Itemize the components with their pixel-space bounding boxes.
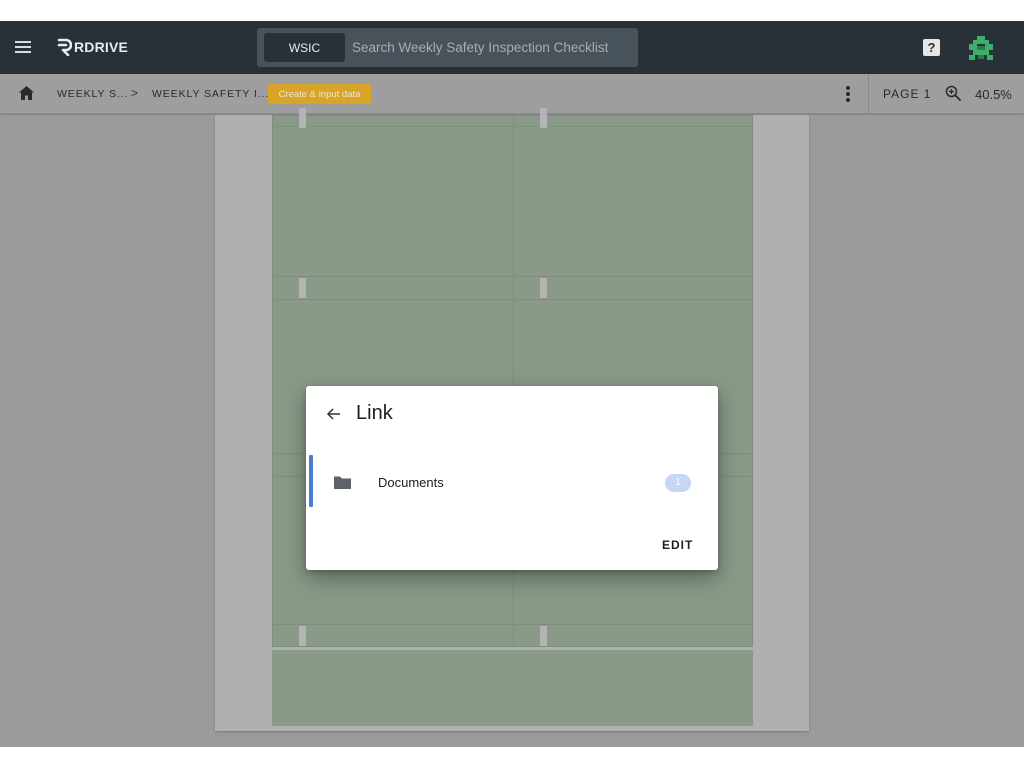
back-arrow-icon[interactable] — [326, 406, 342, 422]
breadcrumb-separator: > — [131, 86, 139, 100]
field-marker — [540, 108, 547, 128]
top-app-bar: RDRIVE WSIC ? — [0, 21, 1024, 74]
edit-button[interactable]: EDIT — [662, 538, 693, 552]
divider — [868, 74, 869, 114]
link-dialog: Link Documents 1 EDIT — [306, 386, 718, 570]
more-options-icon[interactable] — [846, 86, 850, 102]
search-scope-button[interactable]: WSIC — [264, 33, 345, 62]
grid-divider — [273, 126, 752, 127]
zoom-in-icon[interactable] — [945, 85, 961, 101]
documents-list-item[interactable]: Documents 1 — [306, 455, 718, 507]
app-frame: RDRIVE WSIC ? WEEKLY S... > WEEKLY SAFET… — [0, 21, 1024, 747]
create-input-data-button[interactable]: Create & input data — [268, 84, 371, 104]
hamburger-menu-icon[interactable] — [15, 41, 31, 53]
search-input[interactable] — [352, 33, 632, 62]
breadcrumb-item-weekly-s[interactable]: WEEKLY S... — [57, 88, 128, 100]
zoom-level[interactable]: 40.5% — [975, 87, 1012, 102]
folder-icon — [334, 476, 351, 489]
rdrive-logo-icon — [57, 38, 72, 56]
document-viewer[interactable]: Link Documents 1 EDIT — [0, 108, 1024, 747]
selection-indicator — [309, 455, 313, 507]
field-marker — [540, 626, 547, 646]
logo-text: RDRIVE — [74, 39, 129, 55]
breadcrumb-item-weekly-safety[interactable]: WEEKLY SAFETY I... — [152, 88, 269, 100]
checklist-form-footer — [272, 650, 753, 726]
field-marker — [299, 108, 306, 128]
dialog-title: Link — [356, 402, 393, 424]
breadcrumb-bar: WEEKLY S... > WEEKLY SAFETY I... Create … — [0, 74, 1024, 114]
search-box: WSIC — [257, 28, 638, 67]
documents-label: Documents — [378, 475, 444, 490]
grid-divider — [273, 624, 752, 625]
app-logo[interactable]: RDRIVE — [56, 37, 128, 57]
home-icon[interactable] — [18, 85, 35, 101]
help-icon[interactable]: ? — [923, 39, 940, 56]
grid-divider — [273, 299, 752, 300]
field-marker — [299, 278, 306, 298]
user-avatar-icon[interactable] — [967, 35, 995, 61]
page-indicator: PAGE 1 — [883, 87, 932, 101]
field-marker — [540, 278, 547, 298]
field-marker — [299, 626, 306, 646]
grid-divider — [273, 276, 752, 277]
documents-count-badge: 1 — [665, 474, 691, 492]
